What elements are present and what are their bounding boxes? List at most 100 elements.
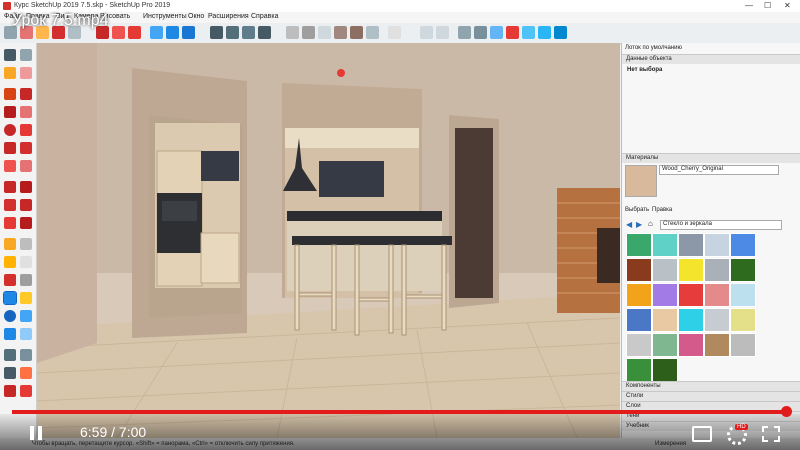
previous-view-icon[interactable]: [20, 328, 32, 340]
section-plane-icon[interactable]: [388, 26, 401, 39]
menu-view[interactable]: Вид: [56, 13, 69, 20]
follow-me-icon[interactable]: [20, 199, 32, 211]
materials-header[interactable]: Материалы: [622, 153, 800, 163]
front-view-icon[interactable]: [182, 26, 195, 39]
material-swatch[interactable]: [704, 333, 730, 357]
section-icon[interactable]: [20, 367, 32, 379]
material-swatch[interactable]: [730, 283, 756, 307]
material-swatch[interactable]: [678, 283, 704, 307]
style-hidden-icon[interactable]: [318, 26, 331, 39]
rotated-rectangle-icon[interactable]: [20, 106, 32, 118]
material-swatch[interactable]: [626, 233, 652, 257]
rectangle-icon[interactable]: [4, 106, 16, 118]
close-button[interactable]: ✕: [784, 1, 791, 10]
3d-warehouse-icon[interactable]: [458, 26, 471, 39]
text-tool-icon[interactable]: [20, 256, 32, 268]
menu-tools[interactable]: Инструменты: [143, 13, 187, 20]
material-swatch[interactable]: [704, 283, 730, 307]
material-swatch[interactable]: [730, 233, 756, 257]
tab-select[interactable]: Выбрать: [625, 207, 649, 213]
material-swatch[interactable]: [626, 333, 652, 357]
menu-extensions[interactable]: Расширения: [208, 13, 249, 20]
pencil-icon[interactable]: [4, 88, 16, 100]
layout-icon[interactable]: [490, 26, 503, 39]
menu-window[interactable]: Окно: [188, 13, 204, 20]
tape-measure-icon[interactable]: [4, 238, 16, 250]
styles-section[interactable]: Стили: [622, 391, 800, 401]
rectangle-tool-icon[interactable]: [68, 26, 81, 39]
orbit-icon[interactable]: [3, 291, 17, 305]
zoom-extents-icon[interactable]: [4, 328, 16, 340]
select-tool-icon[interactable]: [4, 26, 17, 39]
eraser-icon[interactable]: [20, 67, 32, 79]
maximize-button[interactable]: ☐: [764, 1, 771, 10]
scale-icon[interactable]: [4, 217, 16, 229]
move-icon[interactable]: [4, 181, 16, 193]
components-section[interactable]: Компоненты: [622, 381, 800, 391]
material-swatch[interactable]: [678, 308, 704, 332]
material-swatch[interactable]: [704, 258, 730, 282]
arc-icon[interactable]: [4, 142, 16, 154]
material-name-field[interactable]: Wood_Cherry_Original: [659, 165, 779, 175]
3d-viewport[interactable]: [37, 43, 620, 438]
make-component-icon[interactable]: [20, 49, 32, 61]
material-swatch[interactable]: [626, 258, 652, 282]
material-swatch[interactable]: [626, 283, 652, 307]
material-swatch[interactable]: [678, 333, 704, 357]
shadows-section[interactable]: Тени: [622, 411, 800, 421]
paint-tool-icon[interactable]: [36, 26, 49, 39]
menu-draw[interactable]: Рисовать: [100, 13, 130, 20]
material-swatch[interactable]: [678, 233, 704, 257]
materials-icon[interactable]: [522, 26, 535, 39]
pie-icon[interactable]: [20, 160, 32, 172]
menu-edit[interactable]: Правка: [26, 13, 50, 20]
layers-section[interactable]: Слои: [622, 401, 800, 411]
position-camera-icon[interactable]: [4, 367, 16, 379]
house-back-icon[interactable]: [258, 26, 271, 39]
material-swatch[interactable]: [652, 308, 678, 332]
undo-icon[interactable]: [420, 26, 433, 39]
style-wire-icon[interactable]: [302, 26, 315, 39]
style-shaded-icon[interactable]: [334, 26, 347, 39]
forward-icon[interactable]: ▶: [636, 220, 642, 229]
iso-view-icon[interactable]: [150, 26, 163, 39]
material-swatch[interactable]: [652, 283, 678, 307]
select-arrow-icon[interactable]: [4, 49, 16, 61]
style-mono-icon[interactable]: [366, 26, 379, 39]
dimension-icon[interactable]: [20, 238, 32, 250]
push-pull-icon[interactable]: [96, 26, 109, 39]
push-pull-tool-icon[interactable]: [20, 181, 32, 193]
offset-icon[interactable]: [20, 217, 32, 229]
eraser-tool-icon[interactable]: [20, 26, 33, 39]
look-around-icon[interactable]: [20, 349, 32, 361]
house-left-icon[interactable]: [226, 26, 239, 39]
paint-bucket-icon[interactable]: [4, 67, 16, 79]
extension-warehouse-icon[interactable]: [474, 26, 487, 39]
two-point-arc-icon[interactable]: [20, 142, 32, 154]
material-swatch[interactable]: [704, 308, 730, 332]
rotate-tool-icon[interactable]: [128, 26, 141, 39]
freehand-icon[interactable]: [20, 88, 32, 100]
menu-camera[interactable]: Камера: [74, 13, 98, 20]
3d-text-icon[interactable]: [20, 274, 32, 286]
style-texture-icon[interactable]: [350, 26, 363, 39]
style-xray-icon[interactable]: [286, 26, 299, 39]
material-swatch[interactable]: [652, 258, 678, 282]
instructor-section[interactable]: Учебник: [622, 421, 800, 431]
rotate-icon[interactable]: [4, 199, 16, 211]
material-swatch[interactable]: [626, 308, 652, 332]
axes-icon[interactable]: [4, 274, 16, 286]
material-swatch[interactable]: [626, 358, 652, 382]
material-swatch[interactable]: [730, 258, 756, 282]
material-swatch[interactable]: [652, 333, 678, 357]
material-swatch[interactable]: [652, 358, 678, 382]
material-swatch[interactable]: [730, 308, 756, 332]
protractor-icon[interactable]: [4, 256, 16, 268]
tab-edit[interactable]: Правка: [652, 207, 672, 213]
warehouse-icon[interactable]: [4, 385, 16, 397]
house-right-icon[interactable]: [242, 26, 255, 39]
styles-icon[interactable]: [554, 26, 567, 39]
entity-info-header[interactable]: Данные объекта: [622, 54, 800, 64]
minimize-button[interactable]: —: [745, 1, 753, 10]
walk-icon[interactable]: [4, 349, 16, 361]
